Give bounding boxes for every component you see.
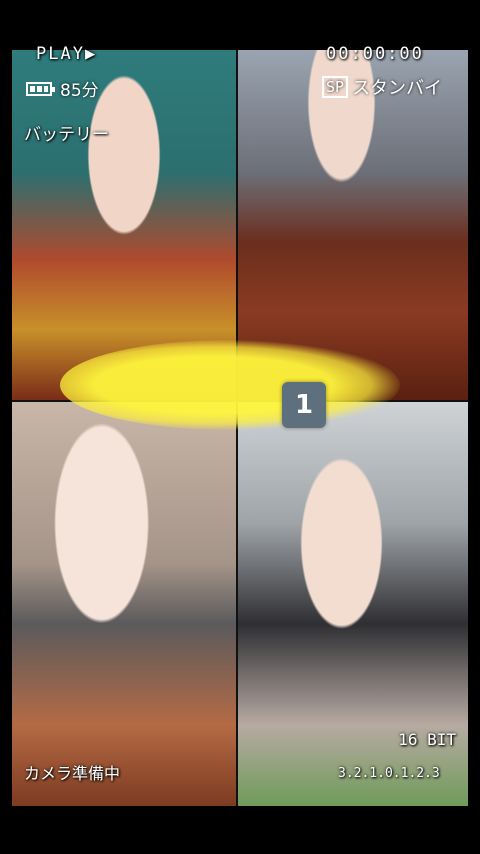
yellow-highlight-stroke — [60, 340, 400, 430]
sp-standby-indicator: SP スタンバイ — [322, 74, 442, 100]
bit-label: 16 BIT — [398, 730, 456, 749]
video-panel-bottom-left — [12, 402, 236, 806]
timecode: 00:00:00 — [326, 44, 424, 64]
play-indicator: PLAY▶ — [36, 44, 98, 64]
standby-text: スタンバイ — [352, 78, 443, 99]
number-badge: 1 — [282, 382, 326, 428]
camera-status: カメラ準備中 — [24, 764, 121, 783]
battery-indicator: 85分 — [26, 76, 99, 101]
battery-text: 85分 — [60, 81, 99, 101]
level-scale: 3.2.1.0.1.2.3 — [338, 766, 440, 781]
battery-label: バッテリー — [24, 125, 109, 145]
battery-icon — [26, 81, 55, 96]
sp-label: SP — [322, 76, 349, 98]
